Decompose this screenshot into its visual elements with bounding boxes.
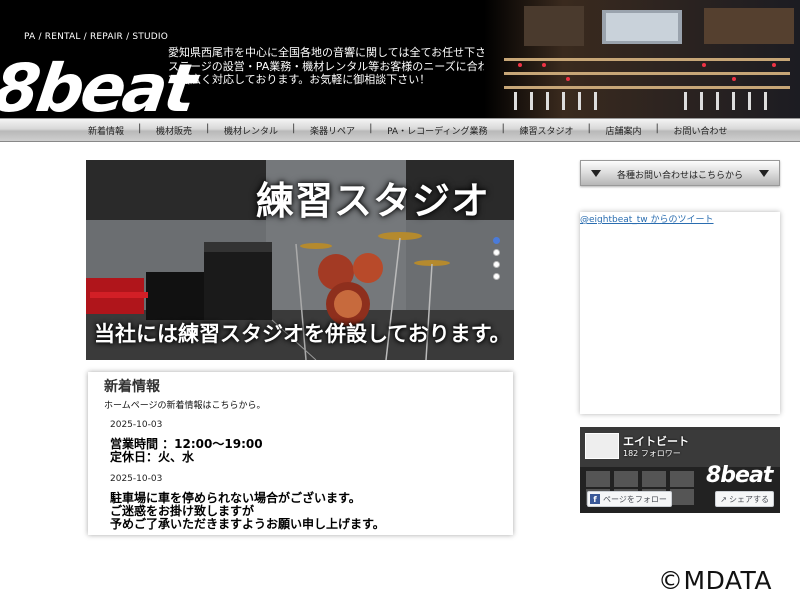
slider-dot-3[interactable]	[493, 261, 500, 268]
slider-pagination	[493, 237, 501, 285]
nav-item-equipment-sales[interactable]: 機材販売	[138, 123, 208, 137]
nav-item-store-info[interactable]: 店舗案内	[587, 123, 657, 137]
news-entry-body: 駐車場に車を停められない場合がございます。 ご迷惑をお掛け致しますが 予めご了承…	[110, 492, 385, 531]
main-nav-bar: 新着情報 機材販売 機材レンタル 楽器リペア PA・レコーディング業務 練習スタ…	[0, 118, 800, 142]
news-title: 新着情報	[104, 379, 160, 395]
header-description-line: て幅広く対応しております。お気軽に御相談下さい！	[168, 73, 431, 86]
facebook-follow-button[interactable]: f ページをフォロー	[587, 491, 672, 507]
nav-item-instrument-repair[interactable]: 楽器リペア	[292, 123, 371, 137]
hero-slider[interactable]: 練習スタジオ 当社には練習スタジオを併設しております。	[86, 160, 514, 360]
facebook-page-widget: エイトビート 182 フォロワー 8beat f ページをフォロー ↗ シェアす…	[580, 427, 780, 513]
header-description-line: ステージの設営・PA業務・機材レンタル等お客様のニーズに合わせ	[168, 59, 500, 73]
share-icon: ↗	[720, 494, 727, 504]
nav-item-equipment-rental[interactable]: 機材レンタル	[206, 123, 294, 137]
nav-item-contact[interactable]: お問い合わせ	[655, 123, 743, 137]
triangle-down-icon	[759, 170, 769, 177]
news-subtitle: ホームページの新着情報はこちらから。	[104, 401, 266, 411]
news-panel: 新着情報 ホームページの新着情報はこちらから。 2025-10-03 営業時間 …	[88, 372, 513, 535]
tagline: PA / RENTAL / REPAIR / STUDIO	[24, 32, 169, 42]
contact-button-label: 各種お問い合わせはこちらから	[617, 171, 744, 181]
slider-dot-2[interactable]	[493, 249, 500, 256]
news-entry-body: 営業時間 ：12:00〜19:00 定休日：火、水	[110, 438, 263, 464]
news-entry-line: 定休日：火、水	[110, 450, 195, 464]
facebook-avatar[interactable]	[585, 433, 619, 459]
main-nav: 新着情報 機材販売 機材レンタル 楽器リペア PA・レコーディング業務 練習スタ…	[72, 119, 744, 141]
header-description: 愛知県西尾市を中心に全国各地の音響に関しては全てお任せ下さい。 ステージの設営・…	[168, 46, 509, 87]
site-header: 8beat PA / RENTAL / REPAIR / STUDIO 愛知県西…	[0, 0, 800, 118]
facebook-followers: 182 フォロワー	[623, 449, 681, 458]
nav-item-news[interactable]: 新着情報	[72, 124, 140, 137]
nav-item-practice-studio[interactable]: 練習スタジオ	[501, 123, 589, 137]
facebook-share-button[interactable]: ↗ シェアする	[715, 491, 774, 507]
news-date: 2025-10-03	[110, 420, 163, 430]
mixing-console-image	[484, 0, 800, 118]
facebook-follow-label: ページをフォロー	[603, 494, 667, 504]
watermark: ©MDATA	[658, 566, 772, 595]
slider-dot-4[interactable]	[493, 273, 500, 280]
header-description-line: 愛知県西尾市を中心に全国各地の音響に関しては全てお任せ下さい。	[168, 46, 509, 59]
tweets-link[interactable]: @eightbeat_tw からのツイート	[580, 212, 714, 225]
facebook-share-label: シェアする	[729, 494, 769, 504]
facebook-page-name[interactable]: エイトビート	[623, 433, 689, 449]
contact-button[interactable]: 各種お問い合わせはこちらから	[580, 160, 780, 186]
triangle-down-icon	[591, 170, 601, 177]
facebook-cover-logo: 8beat	[706, 463, 773, 488]
twitter-timeline: @eightbeat_tw からのツイート	[580, 212, 780, 414]
news-date: 2025-10-03	[110, 474, 163, 484]
hero-caption: 当社には練習スタジオを併設しております。	[94, 322, 511, 346]
slider-dot-1[interactable]	[493, 237, 500, 244]
nav-item-pa-recording[interactable]: PA・レコーディング業務	[369, 123, 503, 137]
facebook-icon: f	[590, 494, 600, 504]
hero-title: 練習スタジオ	[255, 179, 490, 223]
news-entry-line: 予めご了承いただきますようお願い申し上げます。	[110, 517, 385, 531]
